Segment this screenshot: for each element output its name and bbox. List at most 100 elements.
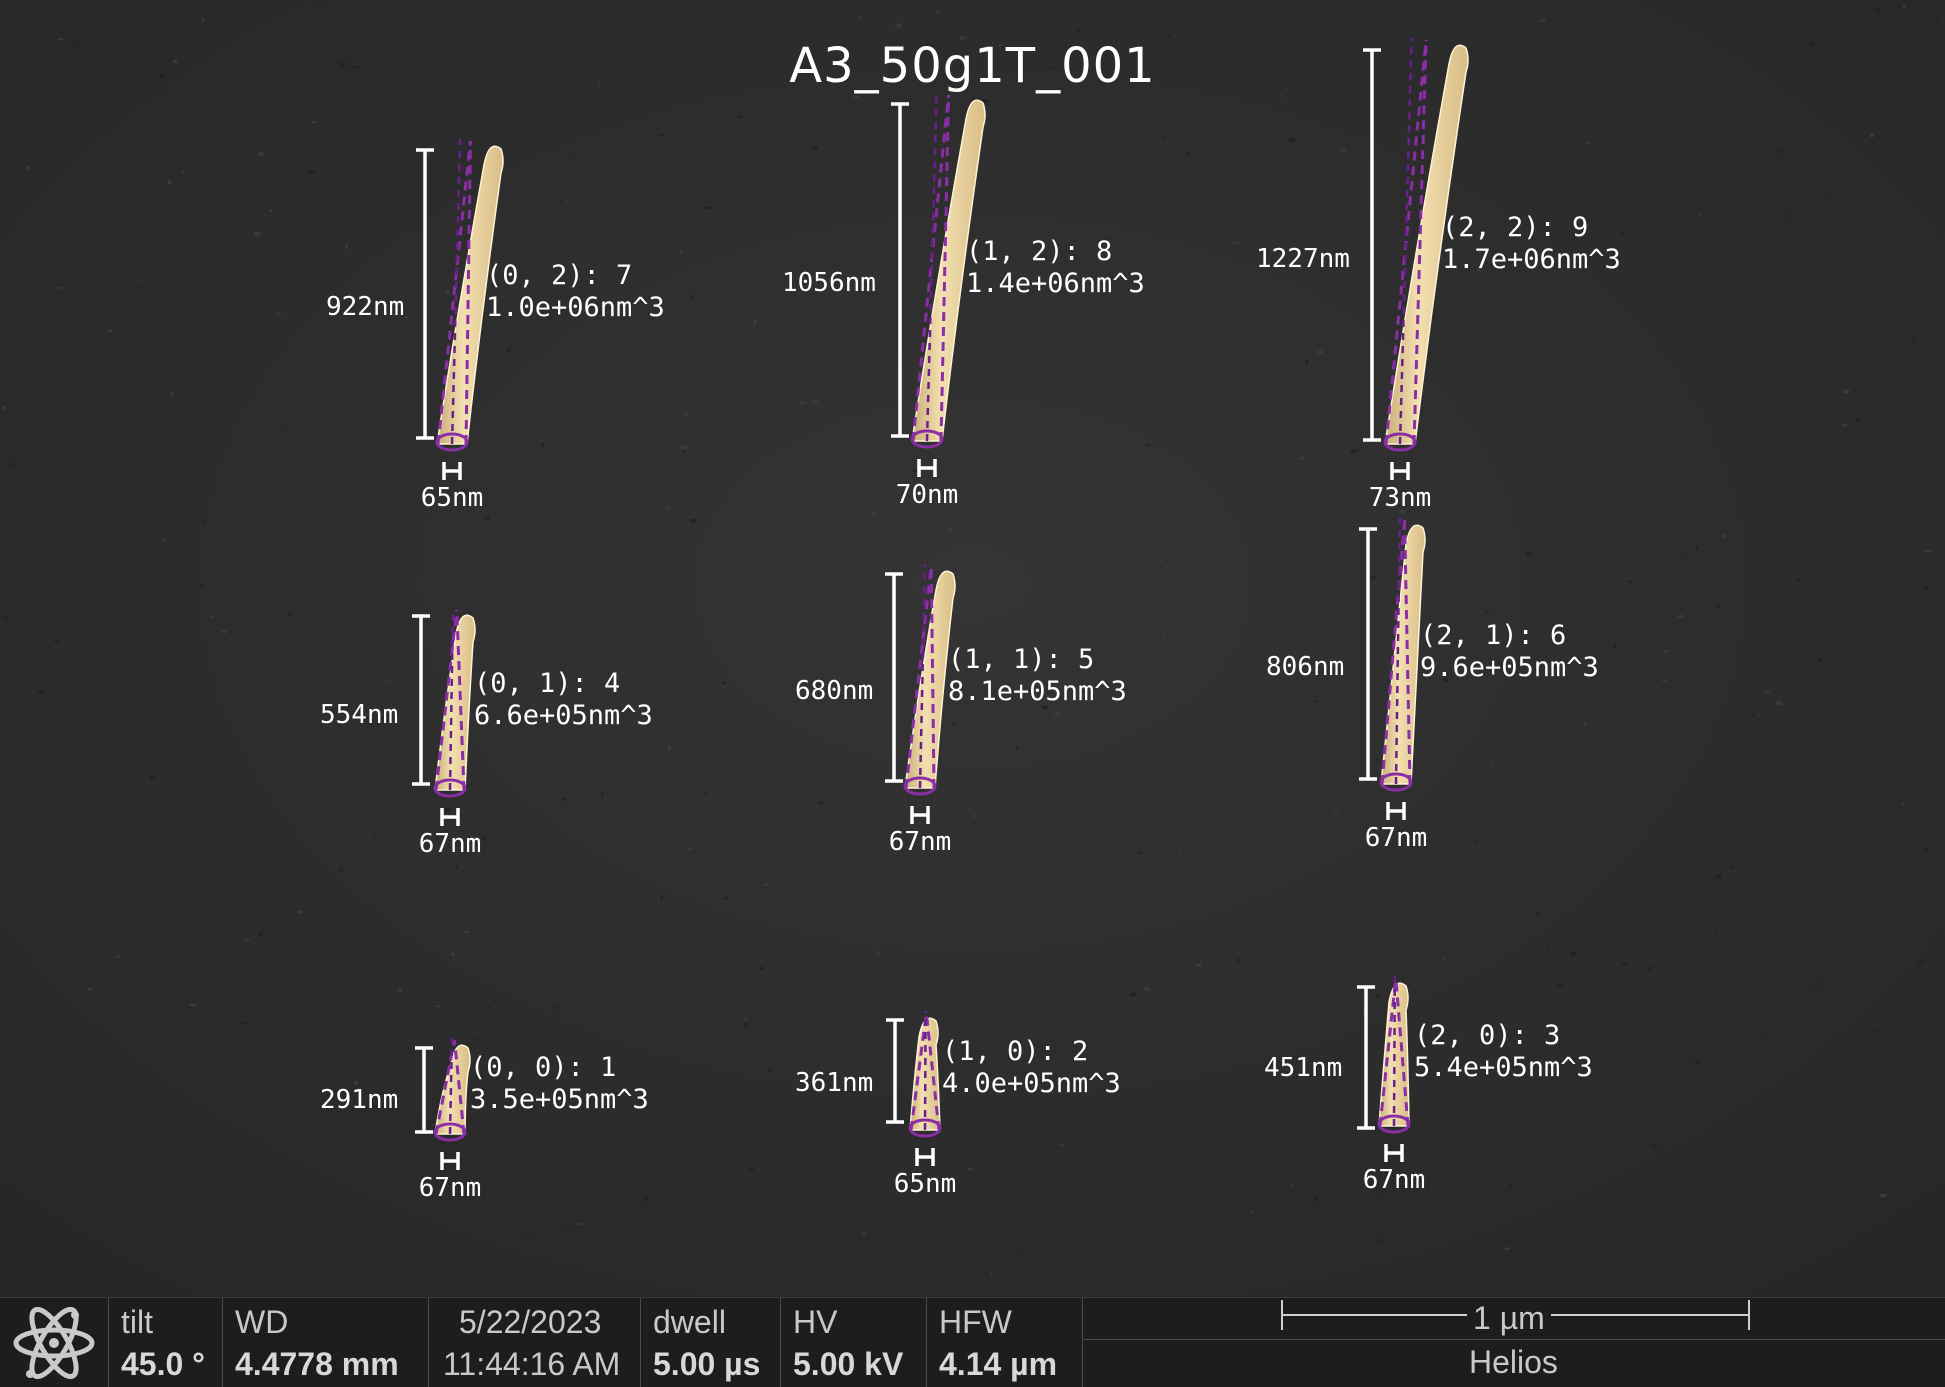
surface-speck xyxy=(3,616,8,621)
surface-speck xyxy=(667,745,672,751)
surface-speck xyxy=(286,613,293,617)
atom-logo-icon xyxy=(13,1306,95,1380)
surface-speck xyxy=(221,630,228,634)
surface-speck xyxy=(149,775,156,781)
surface-speck xyxy=(1677,614,1684,619)
pillar-info: (0, 2): 7 1.0e+06nm^3 xyxy=(486,260,665,324)
surface-speck xyxy=(405,316,410,319)
pillar-width-label: 65nm xyxy=(420,483,484,513)
surface-speck xyxy=(948,526,954,532)
pillar-height-label: 361nm xyxy=(795,1068,874,1098)
surface-speck xyxy=(169,391,174,396)
surface-speck xyxy=(1080,730,1084,733)
surface-speck xyxy=(852,95,861,100)
surface-speck xyxy=(1730,864,1735,869)
pillar-index-label: (1, 0): 2 xyxy=(942,1036,1089,1067)
surface-speck xyxy=(396,988,403,993)
surface-speck xyxy=(297,910,304,914)
datetime-field: 5/22/2023 11:44:16 AM xyxy=(428,1298,641,1387)
surface-speck xyxy=(1842,389,1850,394)
surface-speck xyxy=(689,295,694,300)
surface-speck xyxy=(1717,605,1722,609)
surface-speck xyxy=(1901,802,1905,805)
surface-speck xyxy=(568,158,572,161)
surface-speck xyxy=(228,244,233,247)
surface-speck xyxy=(269,209,273,213)
surface-speck xyxy=(1376,1239,1382,1242)
surface-speck xyxy=(1474,840,1478,844)
pillar-index-label: (0, 2): 7 xyxy=(486,260,633,291)
surface-speck xyxy=(1681,557,1686,559)
instrument-name: Helios xyxy=(1469,1344,1558,1380)
surface-speck xyxy=(1250,1209,1253,1214)
surface-speck xyxy=(644,1196,649,1202)
surface-speck xyxy=(1777,149,1785,154)
surface-speck xyxy=(1628,580,1633,583)
surface-speck xyxy=(1695,545,1698,551)
surface-speck xyxy=(1875,1029,1883,1032)
surface-speck xyxy=(282,1252,285,1257)
surface-speck xyxy=(1841,423,1848,427)
surface-speck xyxy=(202,520,206,524)
surface-speck xyxy=(1,405,6,410)
surface-speck xyxy=(445,289,450,294)
surface-speck xyxy=(722,681,726,685)
pillar-info: (2, 1): 6 9.6e+05nm^3 xyxy=(1420,620,1599,684)
surface-speck xyxy=(1313,700,1318,703)
surface-speck xyxy=(163,538,166,542)
surface-speck xyxy=(679,251,684,255)
pillar-info: (2, 2): 9 1.7e+06nm^3 xyxy=(1442,212,1621,276)
pillar-index-label: (2, 0): 3 xyxy=(1414,1020,1561,1051)
pillar-index-label: (1, 2): 8 xyxy=(966,236,1113,267)
surface-speck xyxy=(1699,213,1702,218)
surface-speck xyxy=(88,988,93,991)
pillar-width-label: 67nm xyxy=(418,829,482,859)
pillar-volume-label: 8.1e+05nm^3 xyxy=(948,676,1127,707)
wd-value: 4.4778 mm xyxy=(235,1346,399,1382)
wd-field: WD 4.4778 mm xyxy=(222,1298,429,1387)
surface-speck xyxy=(1923,586,1931,591)
surface-speck xyxy=(366,835,371,838)
surface-speck xyxy=(481,622,484,624)
surface-speck xyxy=(1339,148,1347,152)
pillar-index-label: (0, 1): 4 xyxy=(474,668,621,699)
surface-speck xyxy=(952,722,956,725)
surface-speck xyxy=(1178,850,1181,854)
surface-speck xyxy=(322,190,325,193)
wd-label: WD xyxy=(235,1304,289,1340)
surface-speck xyxy=(1789,214,1793,218)
surface-speck xyxy=(541,443,545,448)
surface-speck xyxy=(1941,17,1944,20)
surface-speck xyxy=(870,511,878,517)
surface-speck xyxy=(743,1022,748,1027)
surface-speck xyxy=(1569,951,1578,957)
surface-speck xyxy=(583,629,587,632)
surface-speck xyxy=(1526,551,1533,556)
surface-speck xyxy=(1917,960,1925,965)
surface-speck xyxy=(1620,232,1624,237)
surface-speck xyxy=(482,836,487,841)
surface-speck xyxy=(394,798,398,802)
surface-speck xyxy=(1875,8,1881,12)
surface-speck xyxy=(485,517,490,520)
pillar-index-label: (2, 2): 9 xyxy=(1442,212,1589,243)
surface-speck xyxy=(812,146,818,151)
pillar-width-label: 73nm xyxy=(1368,483,1432,513)
surface-speck xyxy=(1350,449,1358,454)
surface-speck xyxy=(1015,1253,1020,1256)
pillar-index-label: (2, 1): 6 xyxy=(1420,620,1567,651)
surface-speck xyxy=(748,1166,755,1171)
surface-speck xyxy=(690,518,697,524)
surface-speck xyxy=(1715,874,1723,880)
surface-speck xyxy=(115,954,121,959)
surface-speck xyxy=(687,847,693,851)
surface-speck xyxy=(973,813,977,819)
pillar-index-label: (1, 1): 5 xyxy=(948,644,1095,675)
surface-speck xyxy=(1640,358,1643,362)
hv-field: HV 5.00 kV xyxy=(780,1298,927,1387)
surface-speck xyxy=(1726,443,1730,446)
surface-speck xyxy=(201,18,205,23)
surface-speck xyxy=(284,423,288,426)
surface-speck xyxy=(54,639,59,643)
pillar-volume-label: 1.0e+06nm^3 xyxy=(486,292,665,323)
